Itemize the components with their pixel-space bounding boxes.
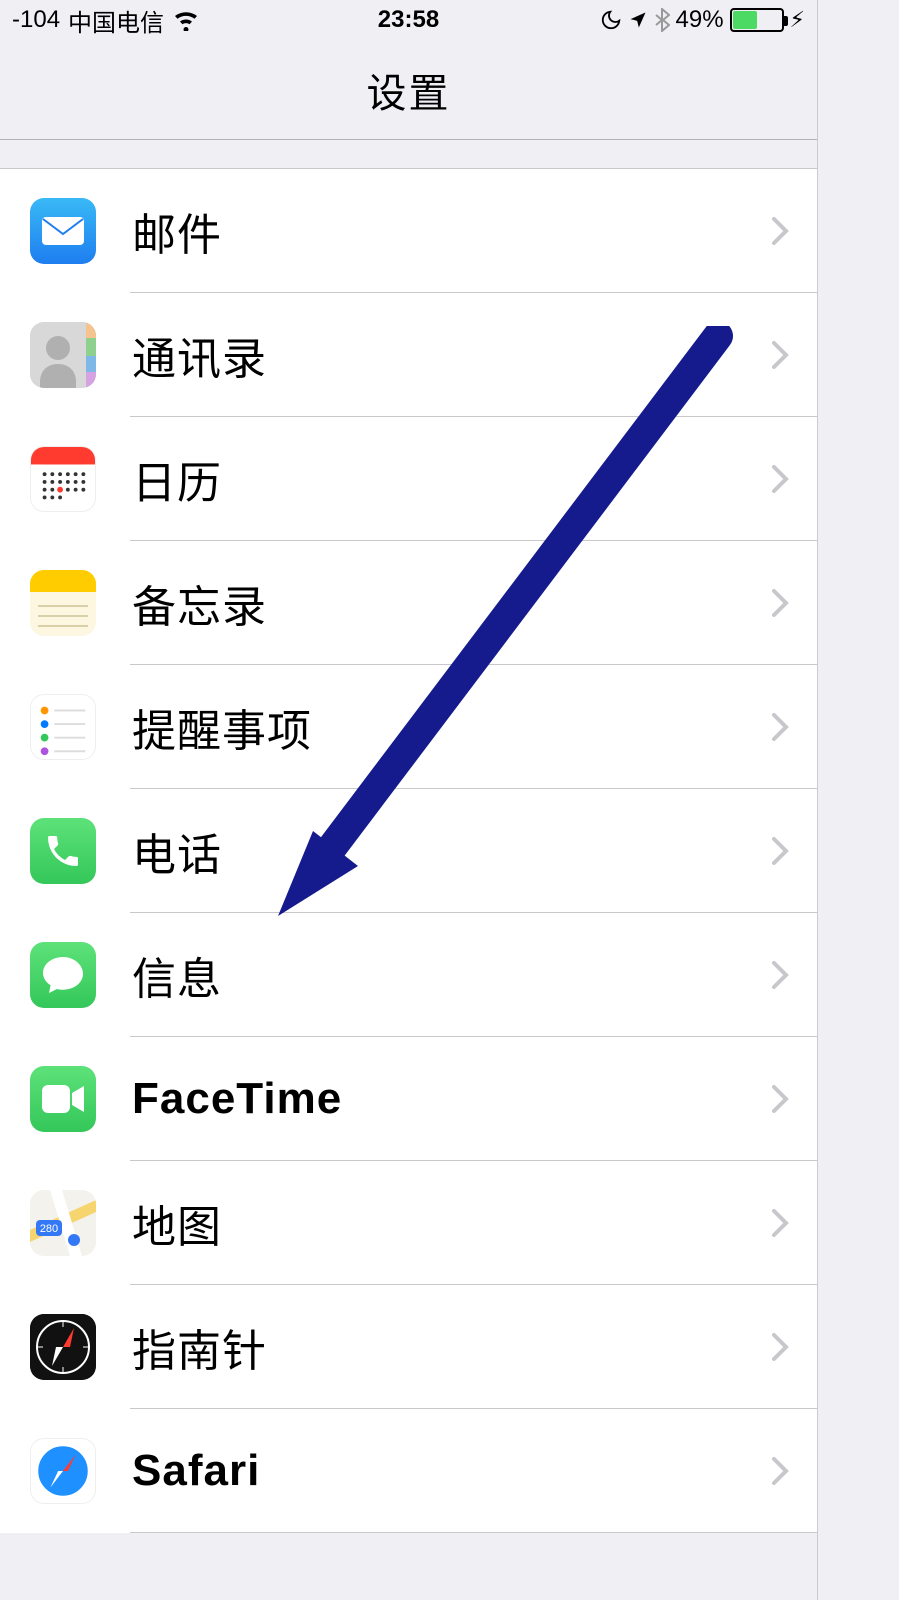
row-label: 地图 xyxy=(132,1191,771,1255)
chevron-right-icon xyxy=(771,588,789,618)
maps-icon: 280 xyxy=(30,1190,96,1256)
row-label: 备忘录 xyxy=(132,571,771,635)
page-title: 设置 xyxy=(367,61,451,119)
row-label: Safari xyxy=(132,1446,771,1496)
row-compass[interactable]: 指南针 xyxy=(0,1285,817,1409)
chevron-right-icon xyxy=(771,340,789,370)
row-label: 电话 xyxy=(132,819,771,883)
chevron-right-icon xyxy=(771,712,789,742)
settings-screen: -104 中国电信 23:58 49% ⚡︎ 设置 xyxy=(0,0,818,1600)
reminders-icon xyxy=(30,694,96,760)
row-facetime[interactable]: FaceTime xyxy=(0,1037,817,1161)
mail-icon xyxy=(30,198,96,264)
row-label: 信息 xyxy=(132,943,771,1007)
facetime-icon xyxy=(30,1066,96,1132)
chevron-right-icon xyxy=(771,1084,789,1114)
notes-icon xyxy=(30,570,96,636)
status-bar: -104 中国电信 23:58 49% ⚡︎ xyxy=(0,0,817,40)
battery-icon xyxy=(730,8,784,32)
row-calendar[interactable]: 日历 xyxy=(0,417,817,541)
calendar-icon xyxy=(30,446,96,512)
safari-icon xyxy=(30,1438,96,1504)
row-contacts[interactable]: 通讯录 xyxy=(0,293,817,417)
row-mail[interactable]: 邮件 xyxy=(0,169,817,293)
row-notes[interactable]: 备忘录 xyxy=(0,541,817,665)
chevron-right-icon xyxy=(771,1332,789,1362)
phone-icon xyxy=(30,818,96,884)
row-phone[interactable]: 电话 xyxy=(0,789,817,913)
settings-list: 邮件 通讯录 日历 xyxy=(0,168,817,1533)
chevron-right-icon xyxy=(771,1456,789,1486)
battery-percent: 49% xyxy=(676,6,724,34)
bluetooth-icon xyxy=(654,8,670,32)
row-label: 邮件 xyxy=(132,199,771,263)
chevron-right-icon xyxy=(771,216,789,246)
do-not-disturb-icon xyxy=(600,9,622,31)
status-left: -104 中国电信 xyxy=(12,3,200,38)
signal-strength: -104 xyxy=(12,6,60,34)
messages-icon xyxy=(30,942,96,1008)
row-label: 指南针 xyxy=(132,1315,771,1379)
row-reminders[interactable]: 提醒事项 xyxy=(0,665,817,789)
chevron-right-icon xyxy=(771,960,789,990)
location-icon xyxy=(628,10,648,30)
charging-icon: ⚡︎ xyxy=(790,7,805,33)
status-time: 23:58 xyxy=(378,6,439,34)
chevron-right-icon xyxy=(771,1208,789,1238)
row-label: 日历 xyxy=(132,447,771,511)
carrier-label: 中国电信 xyxy=(68,3,164,38)
navbar: 设置 xyxy=(0,40,817,140)
compass-icon xyxy=(30,1314,96,1380)
row-messages[interactable]: 信息 xyxy=(0,913,817,1037)
chevron-right-icon xyxy=(771,836,789,866)
row-label: 提醒事项 xyxy=(132,695,771,759)
row-label: FaceTime xyxy=(132,1074,771,1124)
svg-text:280: 280 xyxy=(40,1223,58,1235)
wifi-icon xyxy=(172,9,200,31)
contacts-icon xyxy=(30,322,96,388)
chevron-right-icon xyxy=(771,464,789,494)
status-right: 49% ⚡︎ xyxy=(600,6,806,34)
row-safari[interactable]: Safari xyxy=(0,1409,817,1533)
row-maps[interactable]: 280 地图 xyxy=(0,1161,817,1285)
row-label: 通讯录 xyxy=(132,323,771,387)
